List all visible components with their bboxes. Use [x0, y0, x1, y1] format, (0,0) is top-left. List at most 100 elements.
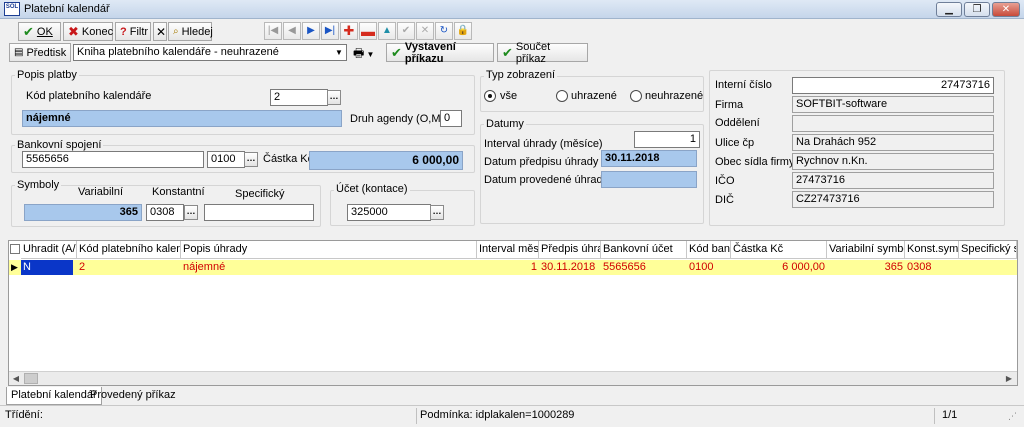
col-header-castka[interactable]: Částka Kč [731, 241, 827, 259]
col-header-popis[interactable]: Popis úhrady [181, 241, 477, 259]
select-all-checkbox[interactable] [10, 244, 20, 254]
cell-castka[interactable]: 6 000,00 [731, 260, 827, 275]
tab-provedeny-prikaz[interactable]: Provedený příkaz [86, 387, 180, 405]
refresh-button[interactable]: ↻ [435, 22, 453, 40]
cell-predpis[interactable]: 30.11.2018 [539, 260, 601, 275]
provedeni-field[interactable] [601, 171, 697, 188]
cell-popis[interactable]: nájemné [181, 260, 477, 275]
popis-name-field[interactable]: nájemné [22, 110, 342, 127]
filtr-button[interactable]: ? Filtr [115, 22, 151, 41]
ic-label: Interní číslo [715, 79, 772, 91]
cancel-filter-button[interactable]: ✕ [153, 22, 167, 41]
post-record-button[interactable]: ✔ [397, 22, 415, 40]
scrollbar-thumb[interactable] [24, 373, 38, 384]
radio-vse[interactable] [484, 90, 496, 102]
insert-record-button[interactable]: ✚ [340, 22, 358, 40]
bank-code-input[interactable]: 0100 [207, 151, 245, 168]
obec-label: Obec sídla firmy [715, 156, 795, 168]
dic-value: CZ27473716 [796, 193, 860, 205]
ucet-input[interactable]: 325000 [347, 204, 431, 221]
plus-icon: ✚ [343, 23, 355, 38]
hledej-button[interactable]: ⌕ Hledej [168, 22, 213, 41]
checkmark-icon: ✔ [502, 44, 513, 60]
vystaveni-prikazu-button[interactable]: ✔ Vystavení příkazu [386, 40, 494, 65]
symboly-title: Symboly [15, 179, 62, 191]
predpis-value: 30.11.2018 [605, 152, 660, 164]
prev-record-button[interactable]: ◀ [283, 22, 301, 40]
castka-field[interactable]: 6 000,00 [309, 151, 463, 170]
kod-lookup-button[interactable]: … [327, 90, 341, 105]
soucet-prikaz-button[interactable]: ✔ Součet příkaz [497, 41, 588, 65]
col-header-bankovni-ucet[interactable]: Bankovní účet [601, 241, 687, 259]
cell-konst[interactable]: 0308 [905, 260, 959, 275]
status-page: 1/1 [942, 409, 958, 421]
maximize-button[interactable]: ❐ [964, 2, 990, 17]
col-header-specificky[interactable]: Specifický sym [959, 241, 1017, 259]
col-header-kod[interactable]: Kód platebního kalendáře [77, 241, 181, 259]
col-header-konst[interactable]: Konst.symbol [905, 241, 959, 259]
chevron-down-icon[interactable]: ▼ [333, 46, 345, 59]
ico-label: IČO [715, 175, 735, 187]
radio-neuhrazene[interactable] [630, 90, 642, 102]
resize-grip-icon[interactable]: ⋰ [1008, 411, 1020, 423]
scroll-left-icon[interactable]: ◀ [9, 372, 23, 385]
col-header-predpis[interactable]: Předpis úhrada [539, 241, 601, 259]
konstantni-lookup-button[interactable]: … [184, 205, 198, 220]
interval-input[interactable]: 1 [634, 131, 700, 148]
cancel-record-button[interactable]: ✕ [416, 22, 434, 40]
cell-uhradit[interactable]: N [21, 260, 73, 275]
vystaveni-label: Vystavení příkazu [404, 40, 456, 65]
minimize-icon: ▁ [945, 4, 953, 15]
konec-button[interactable]: ✖ Konec [63, 22, 113, 41]
col-header-kod-banky[interactable]: Kód banky [687, 241, 731, 259]
scroll-right-icon[interactable]: ▶ [1002, 372, 1016, 385]
cell-kod-banky[interactable]: 0100 [687, 260, 731, 275]
variabilni-field[interactable]: 365 [24, 204, 142, 221]
ucet-lookup-button[interactable]: … [430, 205, 444, 220]
bank-account-input[interactable]: 5565656 [22, 151, 204, 168]
cell-variabilni[interactable]: 365 [827, 260, 905, 275]
bank-code-lookup-button[interactable]: … [244, 152, 258, 167]
report-select-value: Kniha platebního kalendáře - neuhrazené [77, 46, 279, 58]
last-record-button[interactable]: ▶| [321, 22, 339, 40]
druh-input[interactable]: 0 [440, 110, 462, 127]
report-select[interactable]: Kniha platebního kalendáře - neuhrazené [73, 44, 347, 61]
specificky-input[interactable] [204, 204, 314, 221]
kod-value: 2 [274, 91, 281, 103]
kod-label: Kód platebního kalendáře [26, 90, 152, 102]
find-icon: ⌕ [173, 26, 179, 37]
horizontal-scrollbar[interactable]: ◀ ▶ [9, 371, 1017, 385]
edit-record-button[interactable]: ▲ [378, 22, 396, 40]
col-header-variabilni[interactable]: Variabilní symbol [827, 241, 905, 259]
first-record-button[interactable]: |◀ [264, 22, 282, 40]
radio-vse-label: vše [500, 90, 518, 102]
data-grid[interactable]: Uhradit (A/N) Kód platebního kalendáře P… [8, 240, 1018, 386]
ok-button[interactable]: ✔ OK [18, 22, 61, 41]
ok-label: OK [36, 25, 53, 38]
konec-label: Konec [81, 25, 114, 38]
konstantni-label: Konstantní [152, 186, 205, 198]
next-record-button[interactable]: ▶ [302, 22, 320, 40]
konstantni-input[interactable]: 0308 [146, 204, 184, 221]
col-header-uhradit[interactable]: Uhradit (A/N) [21, 241, 77, 259]
document-icon: ▤ [14, 47, 24, 58]
predpis-field[interactable]: 30.11.2018 [601, 150, 697, 167]
ic-field[interactable]: 27473716 [792, 77, 994, 94]
cell-kod[interactable]: 2 [77, 260, 181, 275]
col-header-interval[interactable]: Interval měsíce [477, 241, 539, 259]
cell-specificky[interactable] [959, 260, 1017, 275]
print-button[interactable]: 🖶 ▼ [353, 44, 383, 61]
obec-value: Rychnov n.Kn. [796, 155, 868, 167]
bank-account-value: 5565656 [26, 153, 69, 165]
predtisk-button[interactable]: ▤ Předtisk [9, 43, 71, 62]
cancel-icon: ✕ [420, 25, 430, 36]
minimize-button[interactable]: ▁ [936, 2, 962, 17]
close-window-button[interactable]: ✕ [992, 2, 1020, 17]
lock-button[interactable]: 🔒 [454, 22, 472, 40]
cell-bankovni-ucet[interactable]: 5565656 [601, 260, 687, 275]
radio-uhrazene[interactable] [556, 90, 568, 102]
cell-interval[interactable]: 1 [477, 260, 539, 275]
kod-input[interactable]: 2 [270, 89, 328, 106]
delete-record-button[interactable]: ▬ [359, 22, 377, 40]
ucet-title: Účet (kontace) [334, 183, 410, 195]
